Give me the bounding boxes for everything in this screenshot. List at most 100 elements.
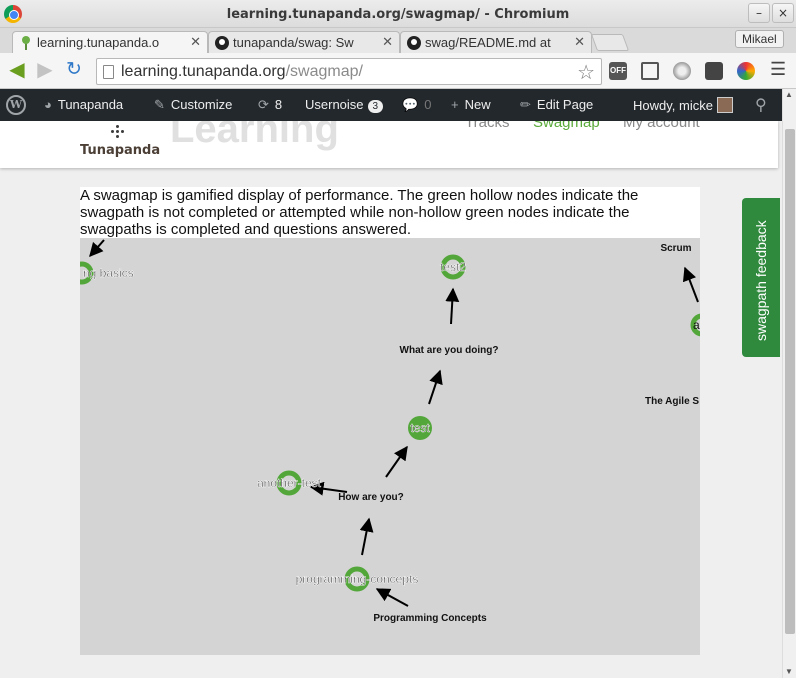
cast-icon[interactable] <box>641 62 659 80</box>
edge-label-how: How are you? <box>338 492 404 503</box>
menu-icon[interactable]: ☰ <box>770 59 786 80</box>
edge-programming-to-how <box>359 517 374 556</box>
scroll-thumb[interactable] <box>785 129 795 634</box>
close-window-button[interactable]: × <box>772 3 794 23</box>
wp-edit-page[interactable]: ✏ Edit Page <box>520 97 593 113</box>
swagmap-canvas[interactable]: ng basics test2 test another-test progra… <box>80 238 700 655</box>
avatar <box>716 97 733 113</box>
site-title: Learning <box>170 121 339 151</box>
wp-customize[interactable]: ✎ Customize <box>154 97 232 113</box>
github-icon <box>215 36 229 50</box>
swagmap-graph[interactable]: ng basics test2 test another-test progra… <box>80 238 700 655</box>
swagmap-edges <box>89 239 699 607</box>
page-content: Tunapanda Learning Tracks Swagmap My acc… <box>0 121 782 678</box>
nav-swagmap[interactable]: Swagmap <box>533 121 600 131</box>
url-domain: learning.tunapanda.org <box>121 63 286 80</box>
edge-how-to-test <box>385 445 408 478</box>
swagpath-feedback-button[interactable]: swagpath feedback <box>742 198 780 357</box>
edge-label-what: What are you doing? <box>400 345 499 356</box>
node-label-another-test: another-test <box>257 476 322 490</box>
node-label-agile: a <box>693 318 700 332</box>
node-label-test: test <box>410 421 430 435</box>
extension-circle-icon[interactable] <box>673 62 691 80</box>
tab-title: swag/README.md at <box>425 35 551 50</box>
edge-label-agile: The Agile S <box>645 396 699 407</box>
profile-button[interactable]: Mikael <box>735 30 784 48</box>
edge-label-scrum: Scrum <box>660 243 691 254</box>
tab-title: tunapanda/swag: Sw <box>233 35 354 50</box>
url-path: /swagmap/ <box>285 63 363 80</box>
dashboard-icon: ◕ <box>44 97 52 112</box>
page-icon <box>103 65 114 79</box>
comment-icon: 💬 <box>402 97 419 112</box>
swagmap-nodes[interactable] <box>80 254 700 592</box>
scroll-down-arrow-icon[interactable]: ▼ <box>785 667 793 676</box>
window-titlebar: learning.tunapanda.org/swagmap/ - Chromi… <box>0 0 796 28</box>
edge-to-scrum <box>682 266 699 303</box>
wp-new[interactable]: + New <box>451 97 491 112</box>
swagmap-labels: ng basics test2 test another-test progra… <box>83 243 700 624</box>
back-arrow-icon[interactable]: ◀ <box>6 60 28 82</box>
edge-what-to-test2 <box>445 287 460 325</box>
wp-updates-count: 8 <box>274 97 283 112</box>
wp-site-label: Tunapanda <box>57 97 124 112</box>
pencil-icon: ✏ <box>520 97 531 112</box>
wp-admin-bar: W ◕ Tunapanda ✎ Customize ⟳ 8 Usernoise 3 💬 0… <box>0 89 782 121</box>
browser-toolbar: ◀ ▶ ↻ learning.tunapanda.org/swagmap/ ☆ … <box>0 53 796 89</box>
extension-off-icon[interactable]: OFF <box>609 62 627 80</box>
address-bar[interactable]: learning.tunapanda.org/swagmap/ ☆ <box>96 58 602 85</box>
brush-icon: ✎ <box>154 97 165 112</box>
site-logo-text[interactable]: Tunapanda <box>80 143 160 158</box>
wp-comments-count: 0 <box>424 97 432 112</box>
new-tab-button[interactable] <box>590 34 630 51</box>
page-scrollbar[interactable]: ▲ ▼ <box>782 89 796 678</box>
scroll-up-arrow-icon[interactable]: ▲ <box>785 90 793 99</box>
github-icon <box>407 36 421 50</box>
search-icon[interactable]: ⚲ <box>755 95 767 115</box>
tunapanda-tree-icon <box>22 36 30 50</box>
tab-github-readme[interactable]: swag/README.md at ✕ <box>400 31 592 53</box>
swagmap-description: A swagmap is gamified display of perform… <box>80 187 700 238</box>
tab-strip: learning.tunapanda.o ✕ tunapanda/swag: S… <box>0 28 796 54</box>
reload-icon[interactable]: ↻ <box>63 60 85 82</box>
edge-label-programming: Programming Concepts <box>373 613 487 624</box>
plus-icon: + <box>451 97 459 112</box>
edge-test-to-what <box>428 369 443 405</box>
close-tab-icon[interactable]: ✕ <box>190 34 201 50</box>
nav-tracks[interactable]: Tracks <box>465 121 509 131</box>
minimize-button[interactable]: – <box>748 3 770 23</box>
wp-howdy-label: Howdy, micke <box>633 98 713 113</box>
usernoise-count-badge: 3 <box>367 100 384 113</box>
tab-learning[interactable]: learning.tunapanda.o ✕ <box>12 31 208 54</box>
wp-edit-page-label: Edit Page <box>536 97 594 112</box>
feedback-label: swagpath feedback <box>753 220 769 341</box>
updates-icon: ⟳ <box>258 97 269 112</box>
forward-arrow-icon[interactable]: ▶ <box>34 60 56 82</box>
wordpress-logo-icon[interactable]: W <box>6 95 26 115</box>
edge-to-basics <box>89 239 105 258</box>
extension-rainbow-icon[interactable] <box>737 62 755 80</box>
wp-usernoise-label: Usernoise <box>305 97 364 112</box>
bookmark-star-icon[interactable]: ☆ <box>577 60 595 85</box>
wp-updates[interactable]: ⟳ 8 <box>258 97 282 113</box>
extension-dark-icon[interactable] <box>705 62 723 80</box>
nav-my-account[interactable]: My account <box>623 121 700 131</box>
wp-account[interactable]: Howdy, micke <box>633 97 733 113</box>
wp-comments[interactable]: 💬 0 <box>402 97 431 113</box>
wp-customize-label: Customize <box>170 97 233 112</box>
close-tab-icon[interactable]: ✕ <box>382 34 393 50</box>
wp-site-name[interactable]: ◕ Tunapanda <box>44 97 123 112</box>
close-tab-icon[interactable]: ✕ <box>574 34 585 50</box>
tunapanda-logo-icon[interactable] <box>109 123 127 141</box>
edge-prog-label-to-programming <box>375 588 409 607</box>
node-label-basics: ng basics <box>83 266 134 280</box>
site-header: Tunapanda Learning Tracks Swagmap My acc… <box>0 121 778 168</box>
node-label-programming-concepts: programming-concepts <box>296 572 419 586</box>
tab-github-swag[interactable]: tunapanda/swag: Sw ✕ <box>208 31 400 53</box>
tab-title: learning.tunapanda.o <box>37 35 160 50</box>
wp-usernoise[interactable]: Usernoise 3 <box>305 97 384 113</box>
window-title: learning.tunapanda.org/swagmap/ - Chromi… <box>226 7 570 22</box>
node-label-test2: test2 <box>440 260 466 274</box>
wp-new-label: New <box>464 97 491 112</box>
url-text: learning.tunapanda.org/swagmap/ <box>121 63 363 81</box>
